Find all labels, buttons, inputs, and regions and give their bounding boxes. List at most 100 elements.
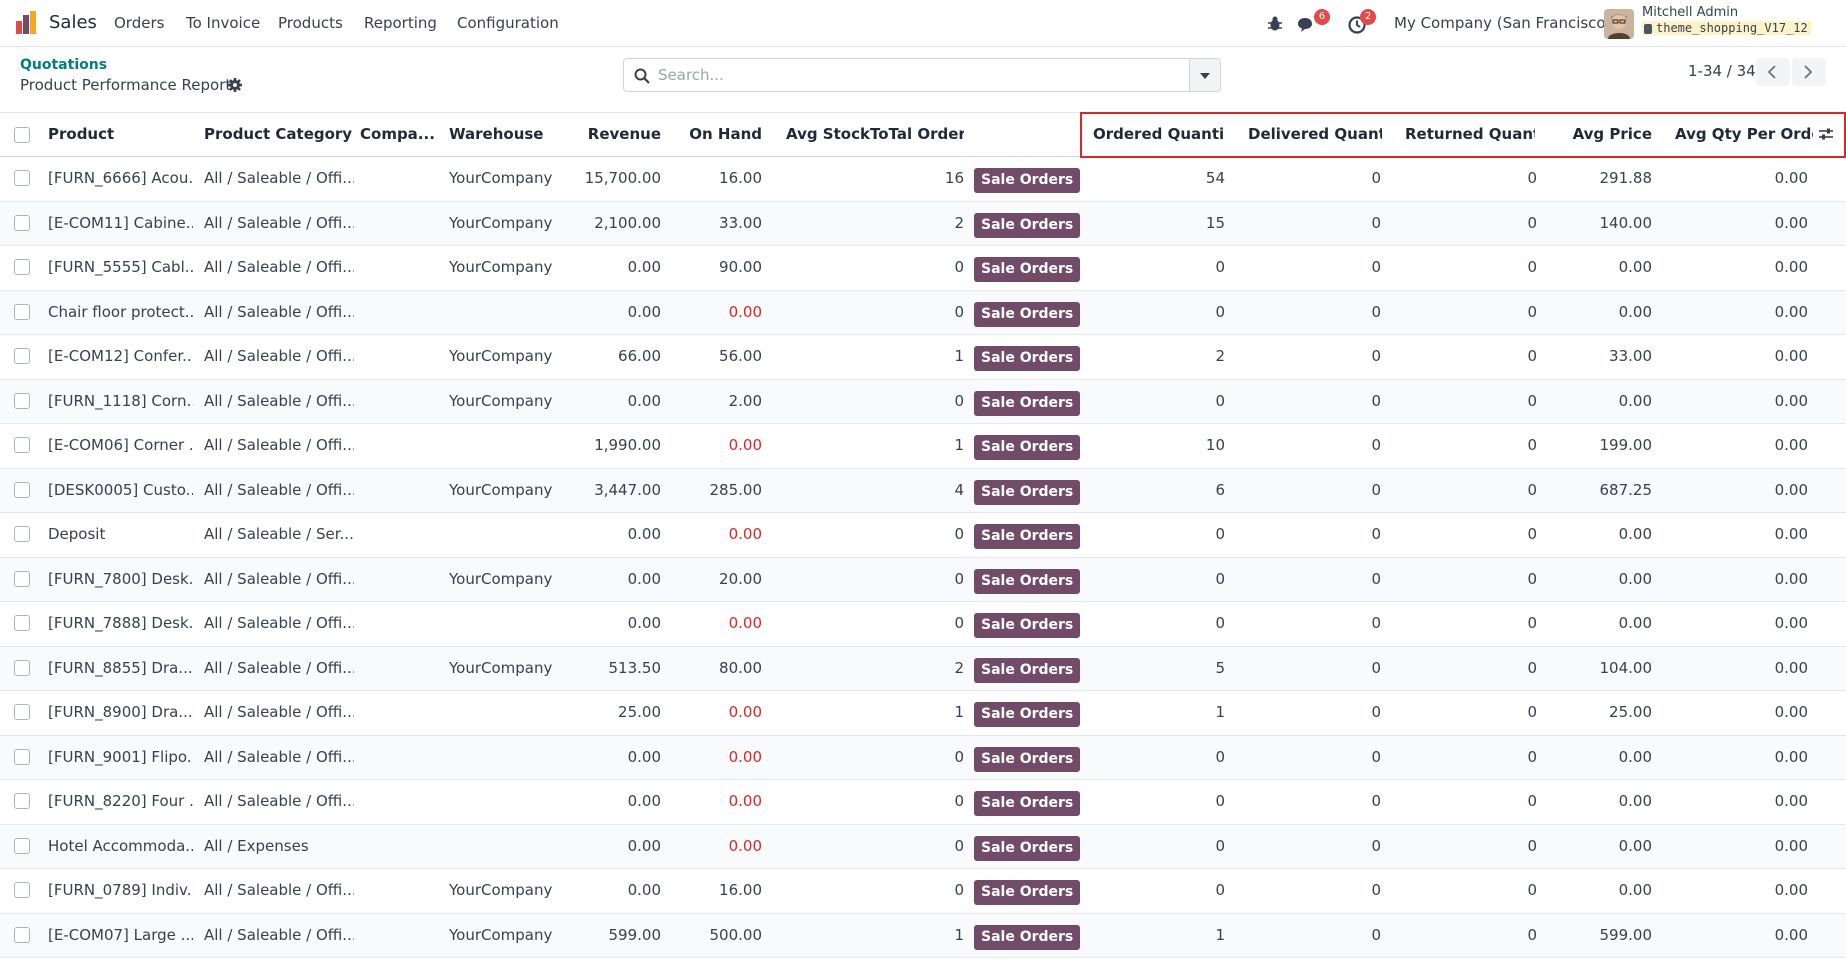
row-checkbox[interactable] — [14, 214, 30, 231]
company-switcher[interactable]: My Company (San Francisco) — [1394, 14, 1611, 32]
sale-orders-button[interactable]: Sale Orders — [974, 924, 1081, 950]
column-on-hand[interactable]: On Hand — [672, 125, 762, 143]
column-product-category[interactable]: Product Category — [204, 125, 354, 143]
sale-orders-button[interactable]: Sale Orders — [974, 702, 1081, 727]
column-product[interactable]: Product — [48, 125, 188, 143]
optional-columns-toggle-icon[interactable] — [1818, 126, 1834, 142]
sale-orders-button[interactable]: Sale Orders — [974, 479, 1081, 505]
table-row[interactable]: Deposit All / Saleable / Ser... 0.00 0.00 0 0… — [0, 513, 1846, 558]
sale-orders-button[interactable]: Sale Orders — [974, 257, 1081, 282]
cell-product-category: All / Saleable / Offi... — [204, 213, 354, 232]
row-checkbox[interactable] — [14, 303, 30, 320]
row-checkbox[interactable] — [14, 882, 30, 898]
messages-icon[interactable] — [1296, 15, 1316, 35]
cell-on-hand: 0.00 — [728, 614, 762, 632]
sale-orders-button[interactable]: Sale Orders — [974, 613, 1081, 638]
cell-avg-price: 25.00 — [1609, 703, 1652, 721]
gear-icon[interactable] — [227, 77, 243, 93]
table-row[interactable]: [FURN_1118] Corn... All / Saleable / Offi… — [0, 379, 1846, 424]
table-row[interactable]: [E-COM07] Large ... All / Saleable / Offi… — [0, 913, 1846, 958]
table-row[interactable]: [FURN_5555] Cabl... All / Saleable / Offi… — [0, 246, 1846, 291]
column-company[interactable]: Compa... — [360, 125, 436, 143]
user-name[interactable]: Mitchell Admin — [1642, 5, 1738, 20]
table-row[interactable]: [FURN_6666] Acou... All / Saleable / Offi… — [0, 157, 1846, 202]
row-checkbox[interactable] — [14, 615, 30, 631]
row-checkbox[interactable] — [14, 659, 30, 676]
row-checkbox[interactable] — [14, 748, 30, 765]
sale-orders-button[interactable]: Sale Orders — [974, 657, 1081, 683]
column-returned-quantity[interactable]: Returned Quant... — [1405, 125, 1535, 143]
sale-orders-button[interactable]: Sale Orders — [974, 435, 1081, 460]
sale-orders-button[interactable]: Sale Orders — [974, 568, 1081, 594]
sale-orders-button[interactable]: Sale Orders — [974, 301, 1081, 327]
row-checkbox[interactable] — [14, 437, 30, 453]
column-revenue[interactable]: Revenue — [572, 125, 661, 143]
cell-product: [DESK0005] Custo... — [48, 480, 193, 499]
menu-to-invoice[interactable]: To Invoice — [186, 14, 260, 32]
table-row[interactable]: [E-COM12] Confer... All / Saleable / Offi… — [0, 335, 1846, 380]
sale-orders-button[interactable]: Sale Orders — [974, 791, 1081, 816]
cell-returned-quantity: 0 — [1527, 391, 1537, 410]
table-row[interactable]: [FURN_8900] Dra... All / Saleable / Offi.… — [0, 691, 1846, 736]
row-checkbox[interactable] — [14, 348, 30, 364]
table-row[interactable]: [FURN_0789] Indiv... All / Saleable / Off… — [0, 869, 1846, 914]
table-row[interactable]: [FURN_7800] Desk... All / Saleable / Offi… — [0, 557, 1846, 602]
table-row[interactable]: [FURN_7888] Desk... All / Saleable / Offi… — [0, 602, 1846, 647]
search-options-toggle[interactable] — [1189, 58, 1221, 92]
select-all-checkbox[interactable] — [14, 127, 30, 143]
search-input[interactable] — [658, 59, 1178, 91]
row-checkbox[interactable] — [14, 392, 30, 409]
breadcrumb-quotations[interactable]: Quotations — [20, 57, 107, 73]
column-delivered-quantity[interactable]: Delivered Quant... — [1248, 125, 1382, 143]
row-checkbox[interactable] — [14, 526, 30, 542]
sale-orders-button[interactable]: Sale Orders — [974, 835, 1081, 861]
row-checkbox[interactable] — [14, 481, 30, 498]
cell-revenue: 0.00 — [627, 836, 661, 855]
cell-on-hand: 0.00 — [728, 747, 762, 766]
sales-app-icon[interactable] — [14, 10, 40, 36]
table-row[interactable]: [FURN_8855] Dra... All / Saleable / Offi.… — [0, 646, 1846, 691]
row-checkbox[interactable] — [14, 704, 30, 720]
table-row[interactable]: [E-COM06] Corner ... All / Saleable / Off… — [0, 424, 1846, 469]
column-avg-price[interactable]: Avg Price — [1540, 125, 1652, 143]
menu-orders[interactable]: Orders — [114, 14, 164, 32]
app-name[interactable]: Sales — [49, 12, 97, 33]
column-avg-qty-per-order[interactable]: Avg Qty Per Order — [1675, 125, 1813, 143]
user-avatar[interactable] — [1604, 9, 1634, 39]
table-row[interactable]: Chair floor protect... All / Saleable / O… — [0, 290, 1846, 335]
pager-previous-button[interactable] — [1756, 58, 1790, 86]
cell-avg-price: 0.00 — [1618, 836, 1652, 855]
sale-orders-button[interactable]: Sale Orders — [974, 346, 1081, 371]
sale-orders-button[interactable]: Sale Orders — [974, 746, 1081, 772]
table-row[interactable]: [FURN_8220] Four ... All / Saleable / Off… — [0, 780, 1846, 825]
table-row[interactable]: Hotel Accommoda... All / Expenses 0.00 0.00… — [0, 824, 1846, 869]
menu-configuration[interactable]: Configuration — [457, 14, 559, 32]
pager-next-button[interactable] — [1792, 58, 1826, 86]
row-checkbox[interactable] — [14, 170, 30, 186]
column-avg-stock[interactable]: Avg Stock — [786, 125, 876, 143]
menu-reporting[interactable]: Reporting — [364, 14, 437, 32]
column-total-order[interactable]: ToTal Order — [870, 125, 964, 143]
row-checkbox[interactable] — [14, 570, 30, 587]
row-checkbox[interactable] — [14, 793, 30, 809]
sale-orders-button[interactable]: Sale Orders — [974, 524, 1081, 549]
table-row[interactable]: [E-COM11] Cabine... All / Saleable / Offi… — [0, 201, 1846, 246]
row-checkbox[interactable] — [14, 926, 30, 943]
sale-orders-button[interactable]: Sale Orders — [974, 212, 1081, 238]
sale-orders-button[interactable]: Sale Orders — [974, 880, 1081, 905]
row-checkbox[interactable] — [14, 259, 30, 275]
sale-orders-button[interactable]: Sale Orders — [974, 168, 1081, 193]
pager-value[interactable]: 1-34 / 34 — [1688, 62, 1756, 80]
table-row[interactable]: [DESK0005] Custo... All / Saleable / Offi… — [0, 468, 1846, 513]
cell-delivered-quantity: 0 — [1371, 347, 1381, 365]
sale-orders-button[interactable]: Sale Orders — [974, 390, 1081, 416]
cell-ordered-quantity: 0 — [1215, 258, 1225, 276]
debug-bug-icon[interactable] — [1266, 15, 1284, 33]
menu-products[interactable]: Products — [278, 14, 343, 32]
cell-returned-quantity: 0 — [1527, 169, 1537, 187]
column-ordered-quantity[interactable]: Ordered Quanti... — [1093, 125, 1223, 143]
cell-avg-price: 0.00 — [1618, 391, 1652, 410]
table-row[interactable]: [FURN_9001] Flipo... All / Saleable / Off… — [0, 735, 1846, 780]
column-warehouse[interactable]: Warehouse — [449, 125, 569, 143]
row-checkbox[interactable] — [14, 837, 30, 854]
